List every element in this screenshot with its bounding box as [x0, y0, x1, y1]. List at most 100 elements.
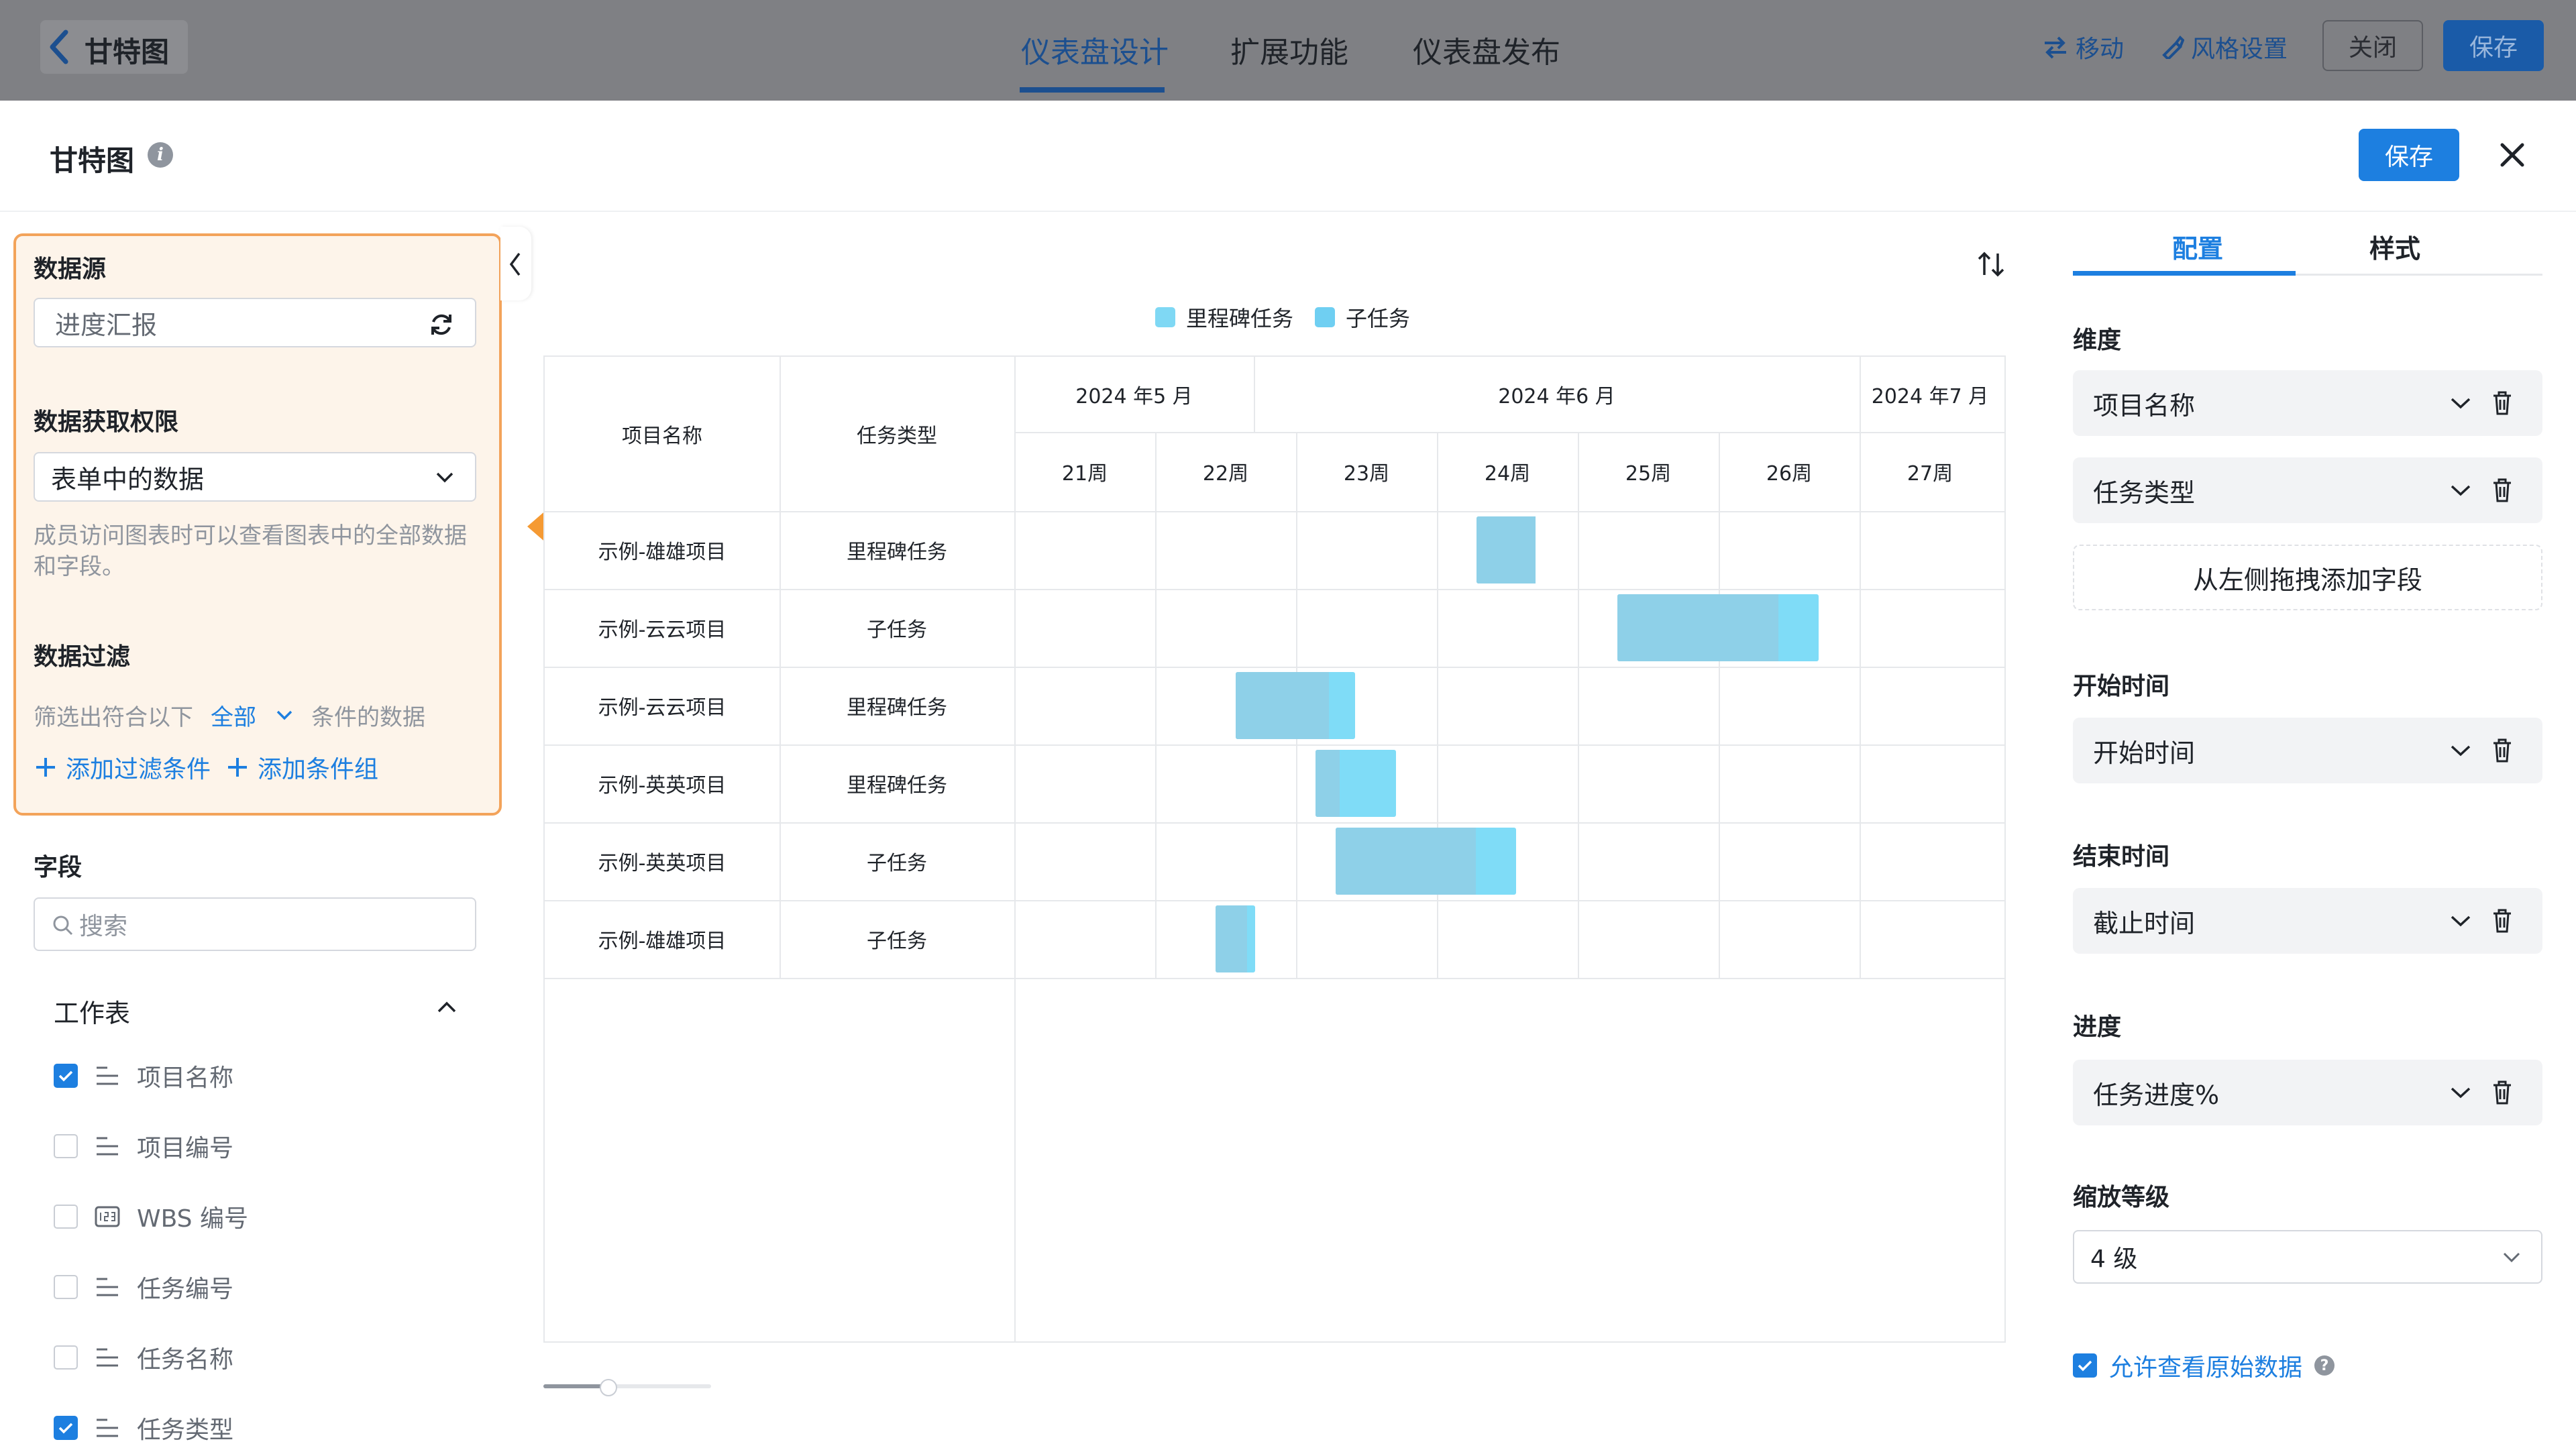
grid-line [1437, 432, 1438, 978]
datasource-select[interactable]: 进度汇报 [34, 298, 476, 347]
month-header: 2024 年6 月 [1498, 385, 1615, 408]
field-item[interactable]: 任务编号 [54, 1267, 233, 1307]
chevron-down-icon[interactable] [2450, 396, 2471, 410]
chevron-down-icon [2503, 1252, 2520, 1263]
gantt-bar[interactable] [1316, 750, 1397, 817]
field-checkbox[interactable] [54, 1345, 78, 1370]
gantt-bar[interactable] [1617, 594, 1819, 661]
top-save-button[interactable]: 保存 [2443, 20, 2544, 71]
chevron-up-icon[interactable] [436, 999, 458, 1015]
field-checkbox[interactable] [54, 1416, 78, 1440]
trash-icon[interactable] [2491, 908, 2513, 934]
permission-select[interactable]: 表单中的数据 [34, 452, 476, 502]
week-header: 25周 [1625, 462, 1672, 486]
trash-icon[interactable] [2491, 478, 2513, 503]
legend-label: 里程碑任务 [1186, 306, 1294, 331]
grid-line [1014, 432, 2004, 433]
close-button[interactable]: 关闭 [2322, 20, 2423, 71]
add-filter-button[interactable]: 添加过滤条件 [34, 750, 211, 785]
help-icon[interactable]: ? [2314, 1355, 2335, 1376]
refresh-icon[interactable] [428, 311, 455, 338]
progress-field[interactable]: 任务进度% [2073, 1060, 2542, 1125]
field-label: 任务名称 [137, 1346, 234, 1374]
sort-swap-icon[interactable] [1976, 249, 2006, 279]
tab-dashboard-design[interactable]: 仪表盘设计 [1021, 28, 1169, 71]
chevron-down-icon[interactable] [2450, 1085, 2471, 1100]
search-input[interactable]: 搜索 [34, 897, 476, 951]
trash-icon[interactable] [2491, 390, 2513, 416]
week-header: 27周 [1907, 462, 1953, 486]
row-project-name: 示例-英英项目 [598, 774, 727, 797]
gantt-bar-progress [1316, 750, 1340, 817]
field-item[interactable]: 任务类型 [54, 1408, 233, 1448]
field-checkbox[interactable] [54, 1134, 78, 1158]
chevron-down-icon[interactable] [2450, 913, 2471, 928]
grid-line [1254, 357, 1255, 432]
allow-raw-data-option[interactable]: 允许查看原始数据 ? [2073, 1348, 2335, 1383]
field-item[interactable]: WBS 编号 [54, 1196, 248, 1237]
style-settings-button[interactable]: 风格设置 [2160, 30, 2288, 64]
search-placeholder: 搜索 [79, 913, 128, 940]
timeline-scroll-fill [543, 1384, 608, 1388]
chart-legend: 里程碑任务 子任务 [1155, 302, 1410, 333]
timeline-scroll-handle[interactable] [600, 1379, 617, 1396]
right-tab-indicator [2073, 271, 2296, 276]
move-button[interactable]: 移动 [2042, 30, 2124, 64]
column-header-task-type: 任务类型 [857, 425, 937, 448]
month-header: 2024 年7 月 [1871, 385, 1989, 408]
field-item[interactable]: 项目编号 [54, 1126, 233, 1166]
allow-raw-data-checkbox[interactable] [2073, 1353, 2097, 1378]
dimension-field-project[interactable]: 项目名称 [2073, 370, 2542, 436]
row-project-name: 示例-云云项目 [598, 696, 727, 720]
filter-title: 数据过滤 [34, 643, 131, 671]
grid-line [1014, 357, 1016, 1341]
tab-config[interactable]: 配置 [2172, 228, 2223, 265]
field-checkbox[interactable] [54, 1064, 78, 1088]
gantt-bar[interactable] [1476, 516, 1536, 583]
zoom-level-value: 4 级 [2090, 1245, 2138, 1273]
row-task-type: 子任务 [867, 930, 927, 953]
filter-prefix: 筛选出符合以下 [34, 704, 193, 731]
field-checkbox[interactable] [54, 1205, 78, 1229]
grid-line [1719, 432, 1720, 978]
gantt-bar-progress [1617, 594, 1779, 661]
field-label: 项目编号 [137, 1135, 234, 1162]
brush-icon [2162, 35, 2184, 59]
tab-dashboard-publish[interactable]: 仪表盘发布 [1413, 28, 1560, 71]
drag-add-field-zone[interactable]: 从左侧拖拽添加字段 [2073, 545, 2542, 610]
close-icon[interactable] [2496, 138, 2529, 172]
trash-icon[interactable] [2491, 1080, 2513, 1105]
chevron-left-icon[interactable] [507, 251, 523, 278]
chevron-left-icon[interactable] [47, 28, 71, 66]
app-title: 甘特图 [85, 36, 170, 68]
field-item[interactable]: 项目名称 [54, 1056, 233, 1096]
start-time-title: 开始时间 [2073, 673, 2170, 700]
field-checkbox[interactable] [54, 1275, 78, 1299]
info-icon[interactable]: i [148, 142, 173, 168]
gantt-bar[interactable] [1335, 828, 1516, 895]
active-tab-indicator [1020, 87, 1165, 93]
tab-style[interactable]: 样式 [2369, 228, 2420, 265]
chevron-down-icon[interactable] [2450, 483, 2471, 498]
row-task-type: 里程碑任务 [847, 541, 947, 564]
move-arrows-icon [2045, 36, 2066, 59]
dimension-field-task-type[interactable]: 任务类型 [2073, 457, 2542, 523]
gantt-bar[interactable] [1216, 905, 1256, 972]
save-button[interactable]: 保存 [2359, 129, 2459, 181]
zoom-level-select[interactable]: 4 级 [2073, 1230, 2542, 1284]
end-time-field[interactable]: 截止时间 [2073, 888, 2542, 954]
permission-value: 表单中的数据 [51, 464, 205, 494]
row-project-name: 示例-英英项目 [598, 852, 727, 875]
field-item[interactable]: 任务名称 [54, 1337, 233, 1378]
datasource-value: 进度汇报 [55, 310, 158, 340]
filter-mode-select[interactable]: 全部 [211, 699, 294, 732]
tab-extensions[interactable]: 扩展功能 [1230, 28, 1348, 71]
gantt-bar[interactable] [1235, 672, 1356, 739]
add-group-button[interactable]: 添加条件组 [225, 750, 378, 785]
chevron-down-icon[interactable] [2450, 743, 2471, 758]
trash-icon[interactable] [2491, 738, 2513, 763]
text-lines-icon [94, 1064, 121, 1088]
field-label: WBS 编号 [137, 1205, 248, 1233]
start-time-field[interactable]: 开始时间 [2073, 718, 2542, 783]
plus-icon [228, 758, 247, 777]
